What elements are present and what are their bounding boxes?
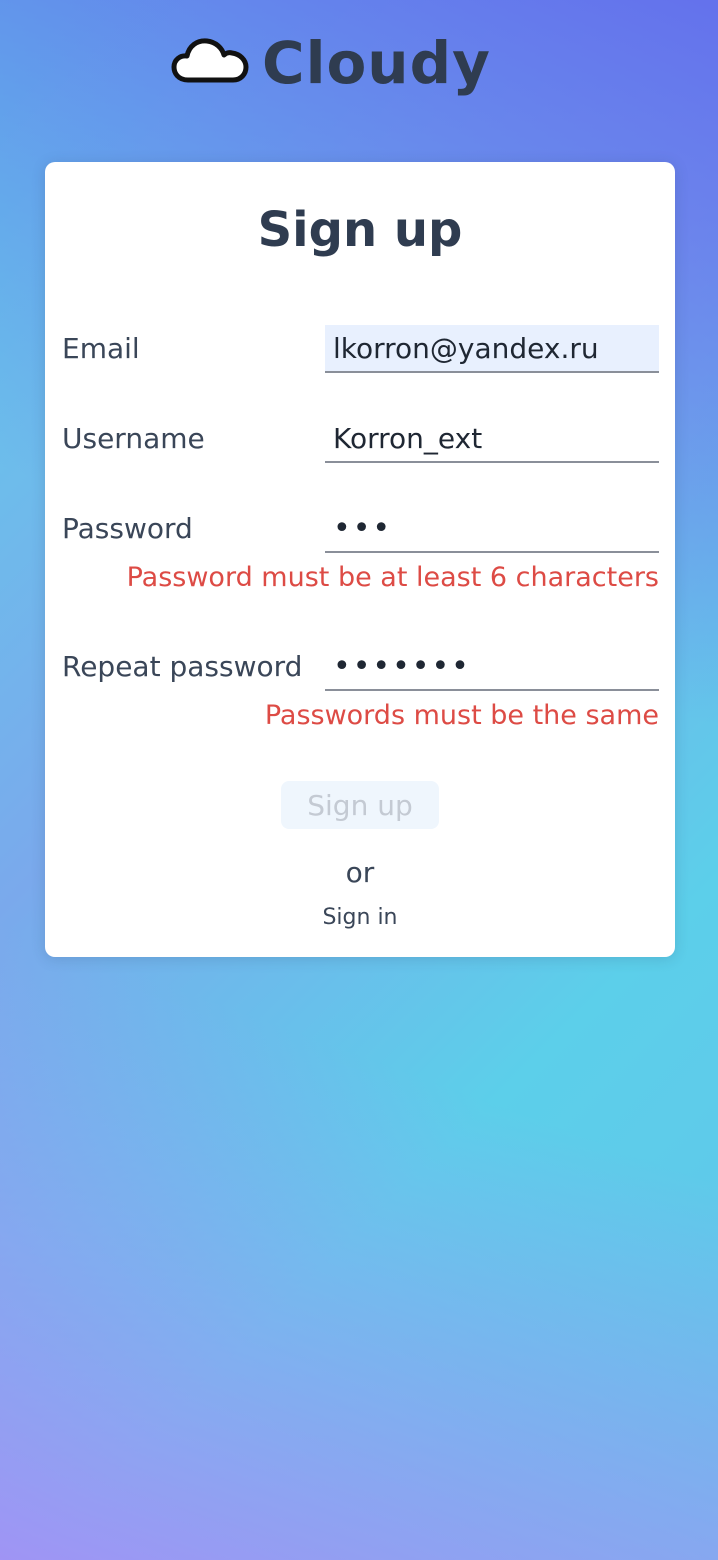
signup-card: Sign up Email lkorron@yandex.ru Username…	[45, 162, 675, 957]
username-label: Username	[62, 422, 205, 455]
signin-link[interactable]: Sign in	[45, 905, 675, 930]
repeat-password-label: Repeat password	[62, 650, 303, 683]
repeat-password-error: Passwords must be the same	[264, 700, 659, 731]
email-label: Email	[62, 332, 140, 365]
page-title: Sign up	[257, 202, 463, 258]
password-field[interactable]: •••	[325, 505, 659, 553]
username-field[interactable]: Korron_ext	[325, 415, 659, 463]
repeat-password-field[interactable]: •••••••	[325, 643, 659, 691]
password-error: Password must be at least 6 characters	[126, 562, 659, 593]
brand-name: Cloudy	[262, 29, 491, 97]
or-separator: or	[345, 856, 375, 889]
email-field[interactable]: lkorron@yandex.ru	[325, 325, 659, 373]
cloud-icon	[170, 36, 250, 90]
brand-logo: Cloudy	[170, 34, 491, 92]
password-label: Password	[62, 512, 193, 545]
signup-button[interactable]: Sign up	[281, 781, 439, 829]
